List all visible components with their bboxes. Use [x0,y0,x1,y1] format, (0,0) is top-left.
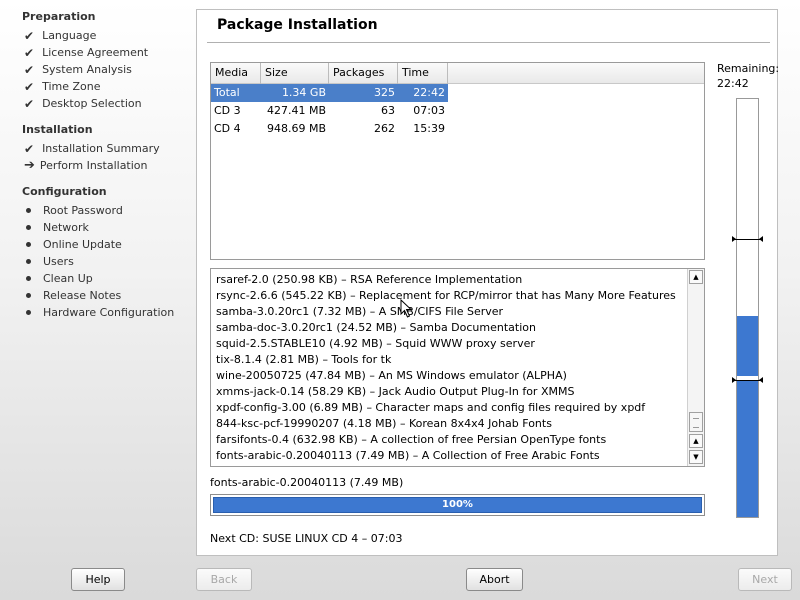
gauge-cd-marker [732,377,763,383]
remaining-time: Remaining: 22:42 [717,61,779,91]
wizard-steps-sidebar: Preparation ✔ Language ✔ License Agreement… [0,0,196,560]
column-header-time[interactable]: Time [398,63,448,84]
step-online-update: Online Update [24,236,122,253]
step-desktop-selection: ✔ Desktop Selection [24,96,142,111]
section-title-preparation: Preparation [22,10,96,23]
step-system-analysis: ✔ System Analysis [24,62,132,77]
cell-time: 07:03 [413,104,445,117]
log-line: rsync-2.6.6 (545.22 KB) – Replacement fo… [216,289,676,302]
cell-time: 22:42 [398,84,448,102]
step-root-password: Root Password [24,202,123,219]
cell-size: 1.34 GB [261,84,329,102]
abort-button[interactable]: Abort [466,568,523,591]
log-scrollbar[interactable]: ▲ ▲ ▼ [687,269,704,466]
section-title-configuration: Configuration [22,185,107,198]
check-icon: ✔ [24,141,35,156]
package-progress-bar: 100% [210,494,705,516]
column-header-packages[interactable]: Packages [329,63,398,84]
step-users: Users [24,253,74,270]
log-line: farsifonts-0.4 (632.98 KB) – A collectio… [216,433,607,446]
log-line: xpdf-config-3.00 (6.89 MB) – Character m… [216,401,646,414]
step-network: Network [24,219,89,236]
gauge-cd-marker [732,236,763,242]
table-header: Media Size Packages Time [211,63,704,84]
scroll-up-icon[interactable]: ▲ [689,434,703,448]
check-icon: ✔ [24,28,35,43]
back-button[interactable]: Back [196,568,252,591]
scroll-thumb[interactable] [689,412,703,432]
arrow-right-icon: ➔ [24,158,35,173]
step-release-notes: Release Notes [24,287,121,304]
log-line: tix-8.1.4 (2.81 MB) – Tools for tk [216,353,392,366]
media-table[interactable]: Media Size Packages Time Total 1.34 GB 3… [210,62,705,260]
scroll-up-icon[interactable]: ▲ [689,270,703,284]
bullet-icon [26,276,31,281]
step-language: ✔ Language [24,28,97,43]
package-installation-panel: Package Installation Media Size Packages… [196,9,779,556]
log-line: wine-20050725 (47.84 MB) – An MS Windows… [216,369,567,382]
cell-media: CD 4 [214,122,241,135]
progress-fill: 100% [213,497,702,513]
remaining-label: Remaining: [717,62,780,75]
cell-size: 427.41 MB [266,104,326,117]
log-line: samba-doc-3.0.20rc1 (24.52 MB) – Samba D… [216,321,536,334]
cell-media: Total [211,84,261,102]
cell-media: CD 3 [214,104,241,117]
remaining-gauge [732,98,763,518]
log-line: fonts-arabic-0.20040113 (7.49 MB) – A Co… [216,449,600,462]
title-divider [207,42,770,43]
help-button[interactable]: Help [71,568,125,591]
bullet-icon [26,259,31,264]
cell-packages: 262 [374,122,395,135]
check-icon: ✔ [24,79,35,94]
check-icon: ✔ [24,45,35,60]
log-line: xmms-jack-0.14 (58.29 KB) – Jack Audio O… [216,385,575,398]
table-row[interactable]: CD 3 427.41 MB 63 07:03 [211,102,704,120]
bullet-icon [26,225,31,230]
log-line: 844-ksc-pcf-19990207 (4.18 MB) – Korean … [216,417,552,430]
table-row[interactable]: CD 4 948.69 MB 262 15:39 [211,120,704,138]
step-time-zone: ✔ Time Zone [24,79,101,94]
next-cd-label: Next CD: SUSE LINUX CD 4 – 07:03 [210,532,403,545]
current-package-label: fonts-arabic-0.20040113 (7.49 MB) [210,476,404,489]
remaining-value: 22:42 [717,77,749,90]
table-row[interactable]: Total 1.34 GB 325 22:42 [211,84,704,102]
mouse-pointer-icon [400,299,413,318]
cell-packages: 325 [329,84,398,102]
step-license-agreement: ✔ License Agreement [24,45,149,60]
step-installation-summary: ✔ Installation Summary [24,141,160,156]
check-icon: ✔ [24,62,35,77]
step-hardware-configuration: Hardware Configuration [24,304,174,321]
section-title-installation: Installation [22,123,93,136]
column-header-media[interactable]: Media [211,63,261,84]
next-button[interactable]: Next [738,568,792,591]
step-perform-installation: ➔ Perform Installation [24,158,148,173]
cell-time: 15:39 [413,122,445,135]
bullet-icon [26,293,31,298]
bullet-icon [26,310,31,315]
cell-size: 948.69 MB [266,122,326,135]
package-log[interactable]: rsaref-2.0 (250.98 KB) – RSA Reference I… [210,268,705,467]
cell-packages: 63 [381,104,395,117]
scroll-down-icon[interactable]: ▼ [689,450,703,464]
log-line: squid-2.5.STABLE10 (4.92 MB) – Squid WWW… [216,337,535,350]
log-line: rsaref-2.0 (250.98 KB) – RSA Reference I… [216,273,523,286]
bullet-icon [26,242,31,247]
check-icon: ✔ [24,96,35,111]
bullet-icon [26,208,31,213]
gauge-fill [737,316,758,517]
page-title: Package Installation [217,17,378,33]
log-line: samba-3.0.20rc1 (7.32 MB) – A SMB/CIFS F… [216,305,504,318]
column-header-size[interactable]: Size [261,63,329,84]
step-clean-up: Clean Up [24,270,93,287]
